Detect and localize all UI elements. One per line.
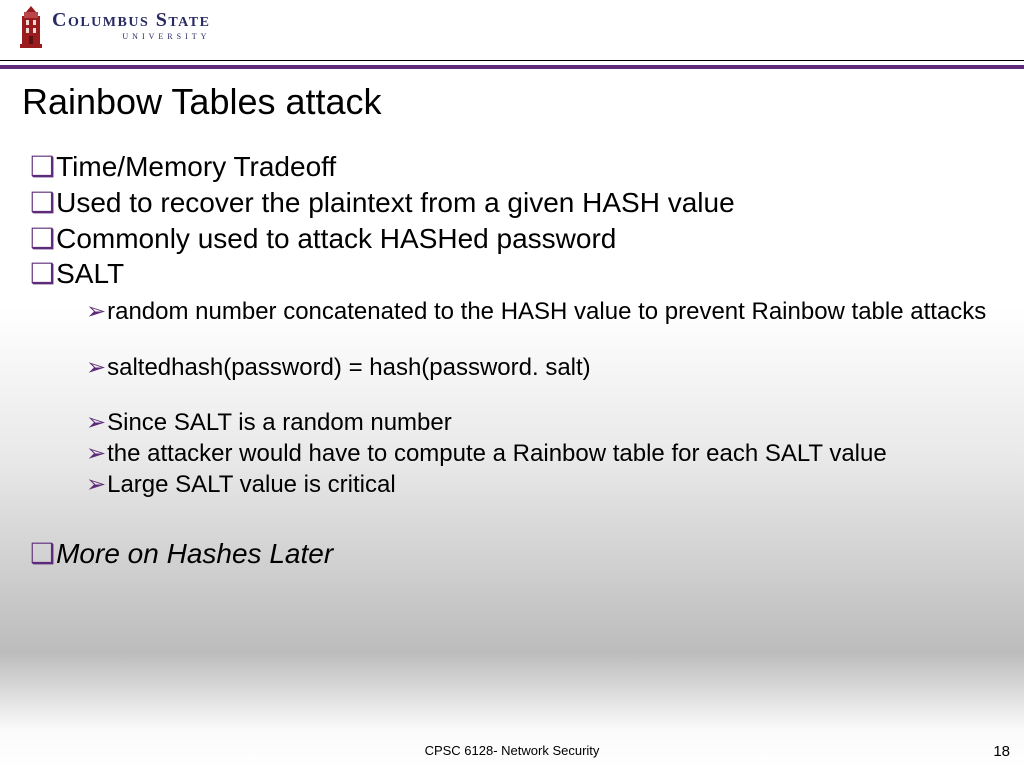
bullet-1: ❑ Time/Memory Tradeoff	[22, 149, 1002, 185]
bullet-3: ❑ Commonly used to attack HASHed passwor…	[22, 221, 1002, 257]
slide-title: Rainbow Tables attack	[22, 81, 1002, 123]
slide-content: Rainbow Tables attack ❑ Time/Memory Trad…	[0, 69, 1024, 572]
bullet-4-text: SALT	[56, 256, 1002, 292]
logo-word-university: UNIVERSITY	[52, 32, 210, 41]
sub-5: ➢ Large SALT value is critical	[22, 469, 1002, 500]
arrow-bullet-icon: ➢	[86, 438, 106, 469]
arrow-bullet-icon: ➢	[86, 352, 106, 383]
arrow-bullet-icon: ➢	[86, 296, 106, 327]
logo: Columbus State UNIVERSITY	[18, 6, 1024, 48]
sub-5-text: Large SALT value is critical	[107, 469, 1002, 500]
bullet-4: ❑ SALT	[22, 256, 1002, 292]
logo-line1: Columbus State	[52, 10, 210, 30]
sub-3-text: Since SALT is a random number	[107, 407, 1002, 438]
arrow-bullet-icon: ➢	[86, 469, 106, 500]
sub-1-text: random number concatenated to the HASH v…	[107, 296, 1002, 327]
bullet-5-text: More on Hashes Later	[56, 536, 1002, 572]
sub-3: ➢ Since SALT is a random number	[22, 407, 1002, 438]
arrow-bullet-icon: ➢	[86, 407, 106, 438]
logo-word-columbus: Columbus	[52, 9, 149, 31]
square-bullet-icon: ❑	[30, 149, 55, 185]
sub-1: ➢ random number concatenated to the HASH…	[22, 296, 1002, 327]
sub-2-text: saltedhash(password) = hash(password. sa…	[107, 352, 1002, 383]
square-bullet-icon: ❑	[30, 185, 55, 221]
square-bullet-icon: ❑	[30, 536, 55, 572]
logo-word-state: State	[156, 9, 211, 31]
header: Columbus State UNIVERSITY	[0, 0, 1024, 60]
bullet-1-text: Time/Memory Tradeoff	[56, 149, 1002, 185]
slide-number: 18	[993, 743, 1010, 760]
bullet-5: ❑ More on Hashes Later	[22, 536, 1002, 572]
sub-2: ➢ saltedhash(password) = hash(password. …	[22, 352, 1002, 383]
square-bullet-icon: ❑	[30, 221, 55, 257]
footer-course: CPSC 6128- Network Security	[0, 743, 1024, 758]
square-bullet-icon: ❑	[30, 256, 55, 292]
divider-thin	[0, 60, 1024, 61]
sub-4: ➢ the attacker would have to compute a R…	[22, 438, 1002, 469]
bullet-3-text: Commonly used to attack HASHed password	[56, 221, 1002, 257]
logo-tower-icon	[18, 6, 44, 48]
bullet-2: ❑ Used to recover the plaintext from a g…	[22, 185, 1002, 221]
sub-4-text: the attacker would have to compute a Rai…	[107, 438, 1002, 469]
logo-text: Columbus State UNIVERSITY	[52, 10, 210, 41]
bullet-2-text: Used to recover the plaintext from a giv…	[56, 185, 1002, 221]
